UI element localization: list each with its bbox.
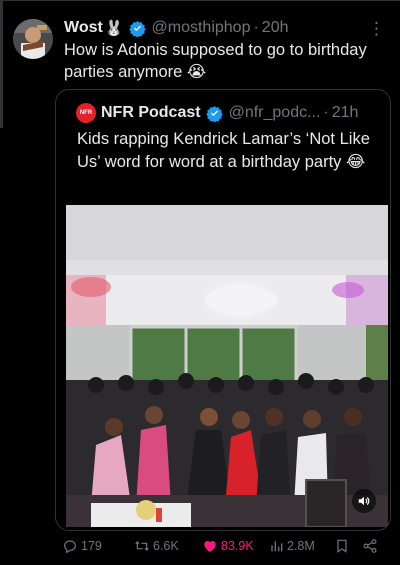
- tweet-author-row: Wost 🐰 @mosthiphop · 20h: [64, 17, 386, 39]
- more-options-icon[interactable]: ⋮: [368, 20, 385, 37]
- tweet-text: How is Adonis supposed to go to birthday…: [64, 41, 367, 81]
- view-count: 2.8M: [287, 539, 315, 553]
- repost-button[interactable]: 6.6K: [134, 535, 179, 557]
- verified-badge-icon: [128, 20, 146, 37]
- like-button[interactable]: 83.9K: [202, 535, 254, 557]
- reply-button[interactable]: 179: [62, 535, 102, 557]
- separator-dot: ·: [253, 19, 259, 36]
- views-button[interactable]: 2.8M: [268, 535, 315, 557]
- bookmark-icon: [337, 539, 347, 553]
- bunny-emoji: 🐰: [104, 20, 124, 37]
- action-bar: 179 6.6K 83.9K 2.8M: [62, 535, 384, 557]
- author-handle[interactable]: @mosthiphop: [152, 19, 251, 37]
- quoted-text: Kids rapping Kendrick Lamar’s ‘Not Like …: [77, 130, 370, 171]
- avatar-image: [13, 19, 53, 59]
- speaker-glyph: [358, 496, 370, 506]
- thread-line: [0, 0, 3, 128]
- verified-badge-icon: [205, 105, 223, 122]
- quoted-time: 21h: [331, 104, 359, 121]
- repost-count: 6.6K: [153, 539, 179, 553]
- heart-icon: [204, 541, 216, 552]
- bookmark-button[interactable]: [334, 535, 353, 557]
- share-button[interactable]: [362, 535, 381, 557]
- reply-count: 179: [81, 539, 102, 553]
- video-player[interactable]: [66, 205, 388, 527]
- avatar[interactable]: [13, 19, 53, 59]
- top-divider: [0, 0, 400, 1]
- like-count: 83.9K: [221, 539, 254, 553]
- share-icon: [363, 539, 377, 553]
- author-name[interactable]: Wost: [64, 19, 103, 37]
- quoted-tweet[interactable]: NFR NFR Podcast @nfr_podc... · 21h Kids …: [55, 89, 391, 531]
- quoted-author-row: NFR NFR Podcast @nfr_podc... · 21h: [76, 102, 380, 124]
- quoted-author-name: NFR Podcast: [101, 104, 201, 121]
- video-frame: [66, 205, 388, 527]
- quoted-avatar: NFR: [76, 103, 96, 123]
- separator-dot: ·: [323, 104, 329, 121]
- tweet-time[interactable]: 20h: [262, 19, 289, 37]
- repost-icon: [135, 541, 149, 551]
- reply-icon: [64, 540, 76, 554]
- quoted-handle: @nfr_podc...: [228, 104, 321, 121]
- volume-icon[interactable]: [352, 489, 376, 513]
- views-icon: [271, 541, 283, 552]
